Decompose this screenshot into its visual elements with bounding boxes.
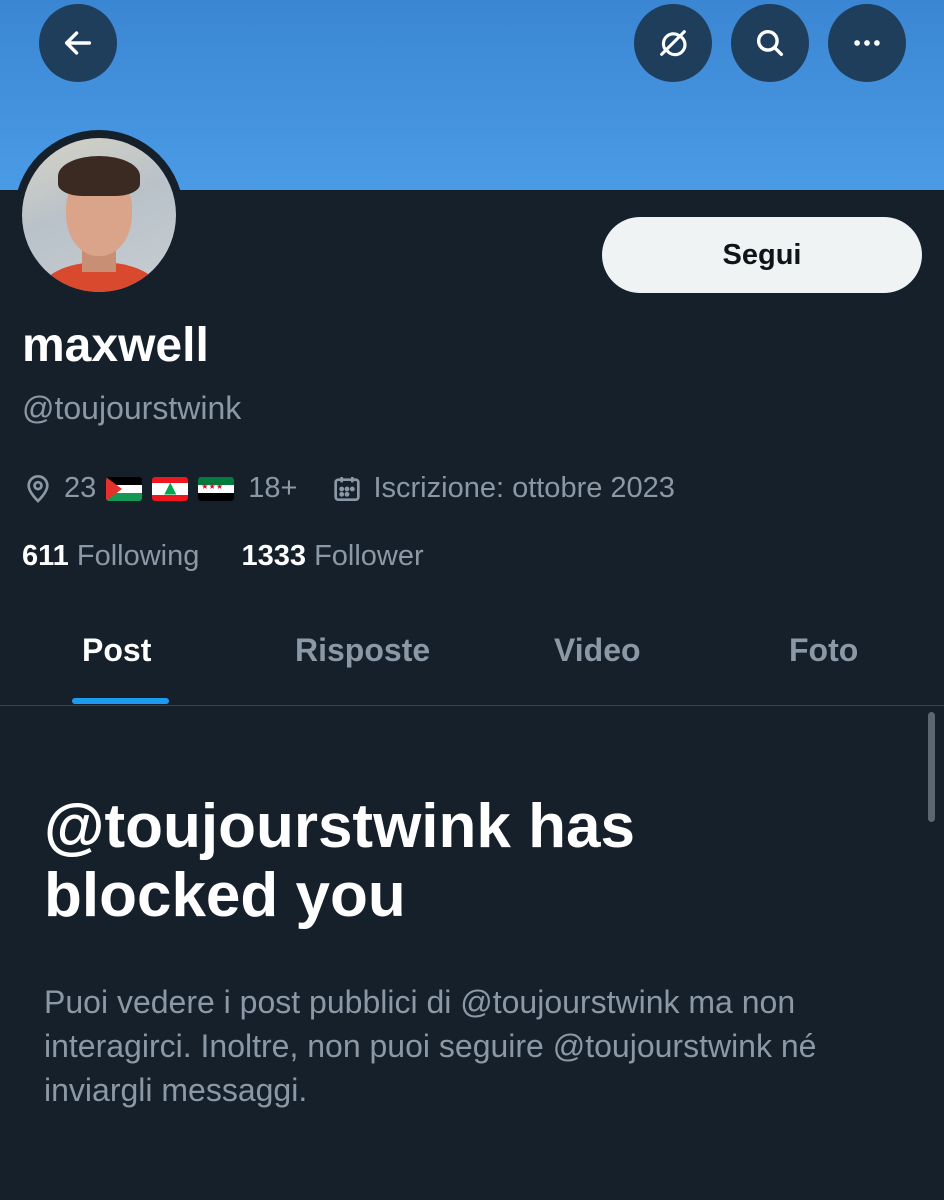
avatar[interactable]	[14, 130, 184, 300]
back-button[interactable]	[39, 4, 117, 82]
follower-count: 1333	[241, 540, 306, 572]
blocked-description: Puoi vedere i post pubblici di @toujours…	[44, 984, 817, 1109]
location-pin-icon	[27, 474, 49, 503]
more-icon	[854, 40, 880, 46]
profile-tabs: Post Risposte Video Foto	[0, 612, 944, 706]
joined-date: Iscrizione: ottobre 2023	[373, 472, 675, 504]
tab-post[interactable]: Post	[82, 632, 151, 669]
display-name: maxwell	[22, 319, 209, 372]
follower-link[interactable]: 1333 Follower	[241, 540, 423, 572]
search-icon	[756, 29, 784, 57]
follow-stats: 611 Following 1333 Follower	[22, 540, 424, 573]
tab-video[interactable]: Video	[554, 632, 641, 669]
following-count: 611	[22, 540, 69, 572]
following-label: Following	[76, 540, 200, 572]
active-tab-indicator	[72, 698, 169, 704]
profile-handle: @toujourstwink	[22, 390, 242, 426]
following-link[interactable]: 611 Following	[22, 540, 207, 572]
grok-button[interactable]	[634, 4, 712, 82]
flag-palestine-icon	[106, 476, 143, 501]
back-arrow-icon	[64, 31, 92, 55]
avatar-photo	[22, 138, 176, 292]
flag-syria-icon	[198, 476, 235, 501]
tab-foto[interactable]: Foto	[789, 632, 858, 669]
blocked-title: @toujourstwink has blocked you	[44, 792, 635, 931]
more-button[interactable]	[828, 4, 906, 82]
follow-button[interactable]: Segui	[602, 217, 922, 293]
search-button[interactable]	[731, 4, 809, 82]
grok-icon	[660, 30, 687, 57]
calendar-icon	[334, 476, 361, 501]
scrollbar[interactable]	[928, 712, 935, 822]
flag-lebanon-icon	[152, 476, 189, 501]
tab-risposte[interactable]: Risposte	[295, 632, 430, 669]
age-text: 18+	[248, 472, 298, 504]
follower-label: Follower	[314, 540, 424, 572]
location-text: 23	[64, 472, 97, 504]
profile-meta: 23 18+ Iscrizione: ottobre 2023	[22, 472, 675, 505]
